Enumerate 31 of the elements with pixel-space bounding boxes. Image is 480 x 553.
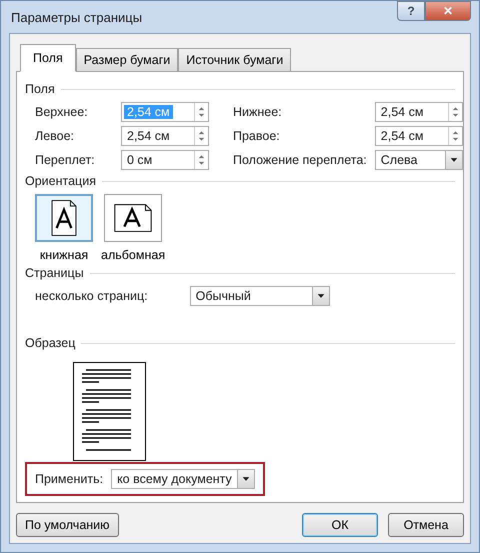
spin-field[interactable]: 2,54 см	[121, 126, 209, 146]
tab[interactable]: Поля	[20, 44, 76, 72]
field-label: Верхнее:	[35, 105, 89, 119]
spin-field[interactable]: 2,54 см	[374, 126, 463, 146]
group-title: Страницы	[25, 266, 84, 280]
dropdown-field[interactable]: ко всему документу	[111, 469, 255, 489]
field-label: несколько страниц:	[35, 289, 148, 303]
dialog-button[interactable]: По умолчанию	[16, 513, 119, 537]
tab[interactable]: Размер бумаги	[76, 48, 178, 72]
help-button[interactable]: ?	[397, 1, 425, 21]
group-title: Поля	[25, 82, 55, 96]
portrait-page-icon	[35, 194, 93, 242]
dialog-button[interactable]: Отмена	[388, 513, 464, 537]
field-label: Правое:	[232, 129, 281, 143]
field-label: Положение переплета:	[232, 153, 367, 167]
field-label: Применить:	[35, 472, 104, 486]
window-title: Параметры страницы	[11, 10, 142, 24]
dropdown-field[interactable]: Слева	[374, 150, 463, 170]
group-title: Ориентация	[25, 174, 96, 188]
spin-field[interactable]: 2,54 см	[374, 102, 463, 122]
field-label: Переплет:	[35, 153, 96, 167]
landscape-page-icon	[104, 194, 162, 242]
tab[interactable]: Источник бумаги	[178, 48, 292, 72]
field-label: Нижнее:	[232, 105, 283, 119]
field-label: Левое:	[35, 129, 76, 143]
group-title: Образец	[25, 336, 76, 350]
dropdown-field[interactable]: Обычный	[190, 286, 330, 306]
orientation-option[interactable]: книжная	[35, 194, 93, 262]
dialog-button[interactable]: ОК	[302, 513, 378, 537]
orientation-option[interactable]: альбомная	[101, 194, 166, 262]
spin-field[interactable]: 0 см	[121, 150, 209, 170]
